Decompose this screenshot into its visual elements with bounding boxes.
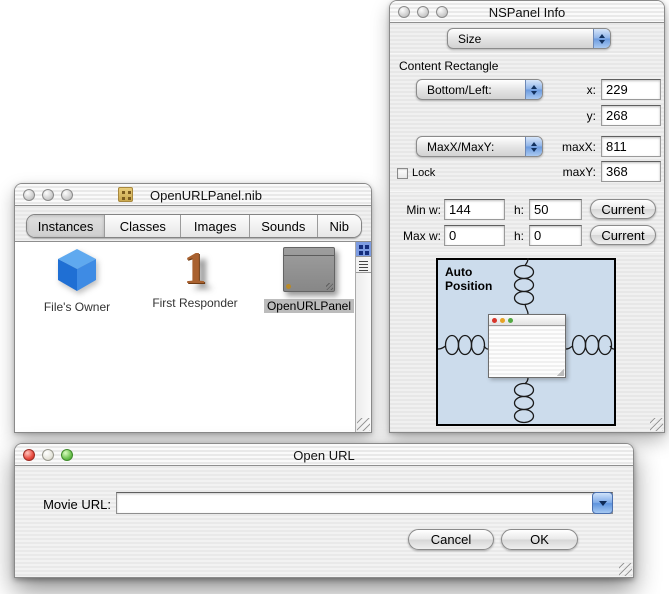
close-dot-icon [492, 317, 497, 323]
window-title: Open URL [293, 448, 355, 463]
maxy-label: maxY: [562, 165, 596, 179]
combo-dropdown-button[interactable] [592, 492, 613, 514]
movie-url-combobox[interactable] [116, 492, 613, 514]
instance-openurlpanel[interactable]: OpenURLPanel [259, 247, 359, 315]
popup-arrows-icon [525, 80, 542, 99]
auto-position-window-preview[interactable] [488, 314, 566, 378]
min-h-label: h: [513, 203, 524, 217]
panel-icon [283, 247, 335, 292]
cancel-button[interactable]: Cancel [408, 529, 494, 550]
instances-view: File's Owner 1 First Responder OpenURLPa… [15, 241, 371, 432]
nib-resize-grip[interactable] [357, 418, 370, 431]
first-responder-icon: 1 [183, 242, 207, 293]
divider [390, 53, 664, 54]
tab-classes[interactable]: Classes [105, 215, 182, 237]
nib-titlebar[interactable]: OpenURLPanel.nib [15, 184, 371, 206]
min-current-button[interactable]: Current [590, 199, 656, 219]
inspector-mode-popup-value: Size [458, 31, 482, 46]
max-h-label: h: [513, 229, 524, 243]
top-spring-icon[interactable] [512, 258, 538, 314]
right-spring-icon[interactable] [566, 333, 614, 359]
x-label: x: [586, 83, 596, 97]
lock-label: Lock [412, 167, 436, 179]
inspector-resize-grip[interactable] [650, 418, 663, 431]
instance-label: First Responder [152, 296, 238, 310]
tab-bar: Instances Classes Images Sounds Nib [26, 214, 362, 238]
origin-popup[interactable]: Bottom/Left: [416, 79, 543, 100]
list-icon [359, 261, 368, 271]
ok-button[interactable]: OK [501, 529, 578, 550]
instance-first-responder[interactable]: 1 First Responder [135, 242, 255, 312]
window-title: OpenURLPanel.nib [149, 188, 263, 203]
bottom-spring-icon[interactable] [512, 378, 538, 424]
y-field[interactable] [601, 105, 661, 126]
movie-url-input[interactable] [119, 494, 589, 512]
tab-sounds[interactable]: Sounds [250, 215, 318, 237]
max-popup[interactable]: MaxX/MaxY: [416, 136, 543, 157]
minimize-dot-icon [500, 317, 505, 323]
movie-url-label: Movie URL: [43, 497, 111, 512]
max-h-field[interactable] [529, 225, 582, 246]
nib-window: OpenURLPanel.nib Instances Classes Image… [14, 183, 372, 433]
chevron-down-icon [598, 500, 607, 506]
inspector-titlebar[interactable]: NSPanel Info [390, 1, 664, 23]
auto-position-box[interactable]: Auto Position [436, 258, 616, 426]
zoom-dot-icon [508, 317, 513, 323]
instance-label: OpenURLPanel [263, 299, 355, 313]
max-current-button[interactable]: Current [590, 225, 656, 245]
divider [390, 252, 664, 253]
preview-resize-grip-icon [556, 368, 564, 376]
maxx-label: maxX: [561, 140, 596, 154]
min-w-field[interactable] [444, 199, 505, 220]
tab-instances[interactable]: Instances [27, 215, 106, 237]
min-h-field[interactable] [529, 199, 582, 220]
x-field[interactable] [601, 79, 661, 100]
content-rectangle-label: Content Rectangle [399, 59, 499, 73]
open-url-window: Open URL Movie URL: Cancel OK [14, 443, 634, 578]
divider [390, 191, 664, 192]
y-label: y: [586, 109, 596, 123]
max-popup-value: MaxX/MaxY: [427, 139, 495, 154]
min-w-label: Min w: [406, 203, 441, 217]
list-view-button[interactable] [356, 258, 371, 273]
max-w-field[interactable] [444, 225, 505, 246]
checkbox-icon [397, 167, 408, 179]
cube-icon [56, 248, 98, 292]
auto-position-label: Auto Position [445, 265, 493, 293]
icon-view-button[interactable] [356, 242, 371, 257]
maxy-field[interactable] [601, 161, 661, 182]
inspector-mode-popup[interactable]: Size [447, 28, 611, 49]
max-w-label: Max w: [402, 229, 441, 243]
desktop: NSPanel Info Size Content Rectangle Bott… [0, 0, 669, 594]
open-url-titlebar[interactable]: Open URL [15, 444, 633, 466]
inspector-window: NSPanel Info Size Content Rectangle Bott… [389, 0, 665, 433]
instance-label: File's Owner [43, 300, 111, 314]
tab-strip: Instances Classes Images Sounds Nib [15, 206, 371, 241]
open-url-resize-grip[interactable] [619, 563, 632, 576]
preview-titlebar [489, 315, 565, 326]
scrollbar-rail[interactable] [355, 242, 371, 432]
tab-images[interactable]: Images [181, 215, 250, 237]
grid-icon [359, 245, 363, 249]
window-title: NSPanel Info [488, 5, 566, 20]
popup-arrows-icon [593, 29, 610, 48]
left-spring-icon[interactable] [438, 333, 488, 359]
instance-files-owner[interactable]: File's Owner [25, 248, 129, 316]
origin-popup-value: Bottom/Left: [427, 82, 492, 97]
maxx-field[interactable] [601, 136, 661, 157]
tab-nib[interactable]: Nib [317, 215, 361, 237]
lock-checkbox[interactable]: Lock [397, 167, 435, 179]
